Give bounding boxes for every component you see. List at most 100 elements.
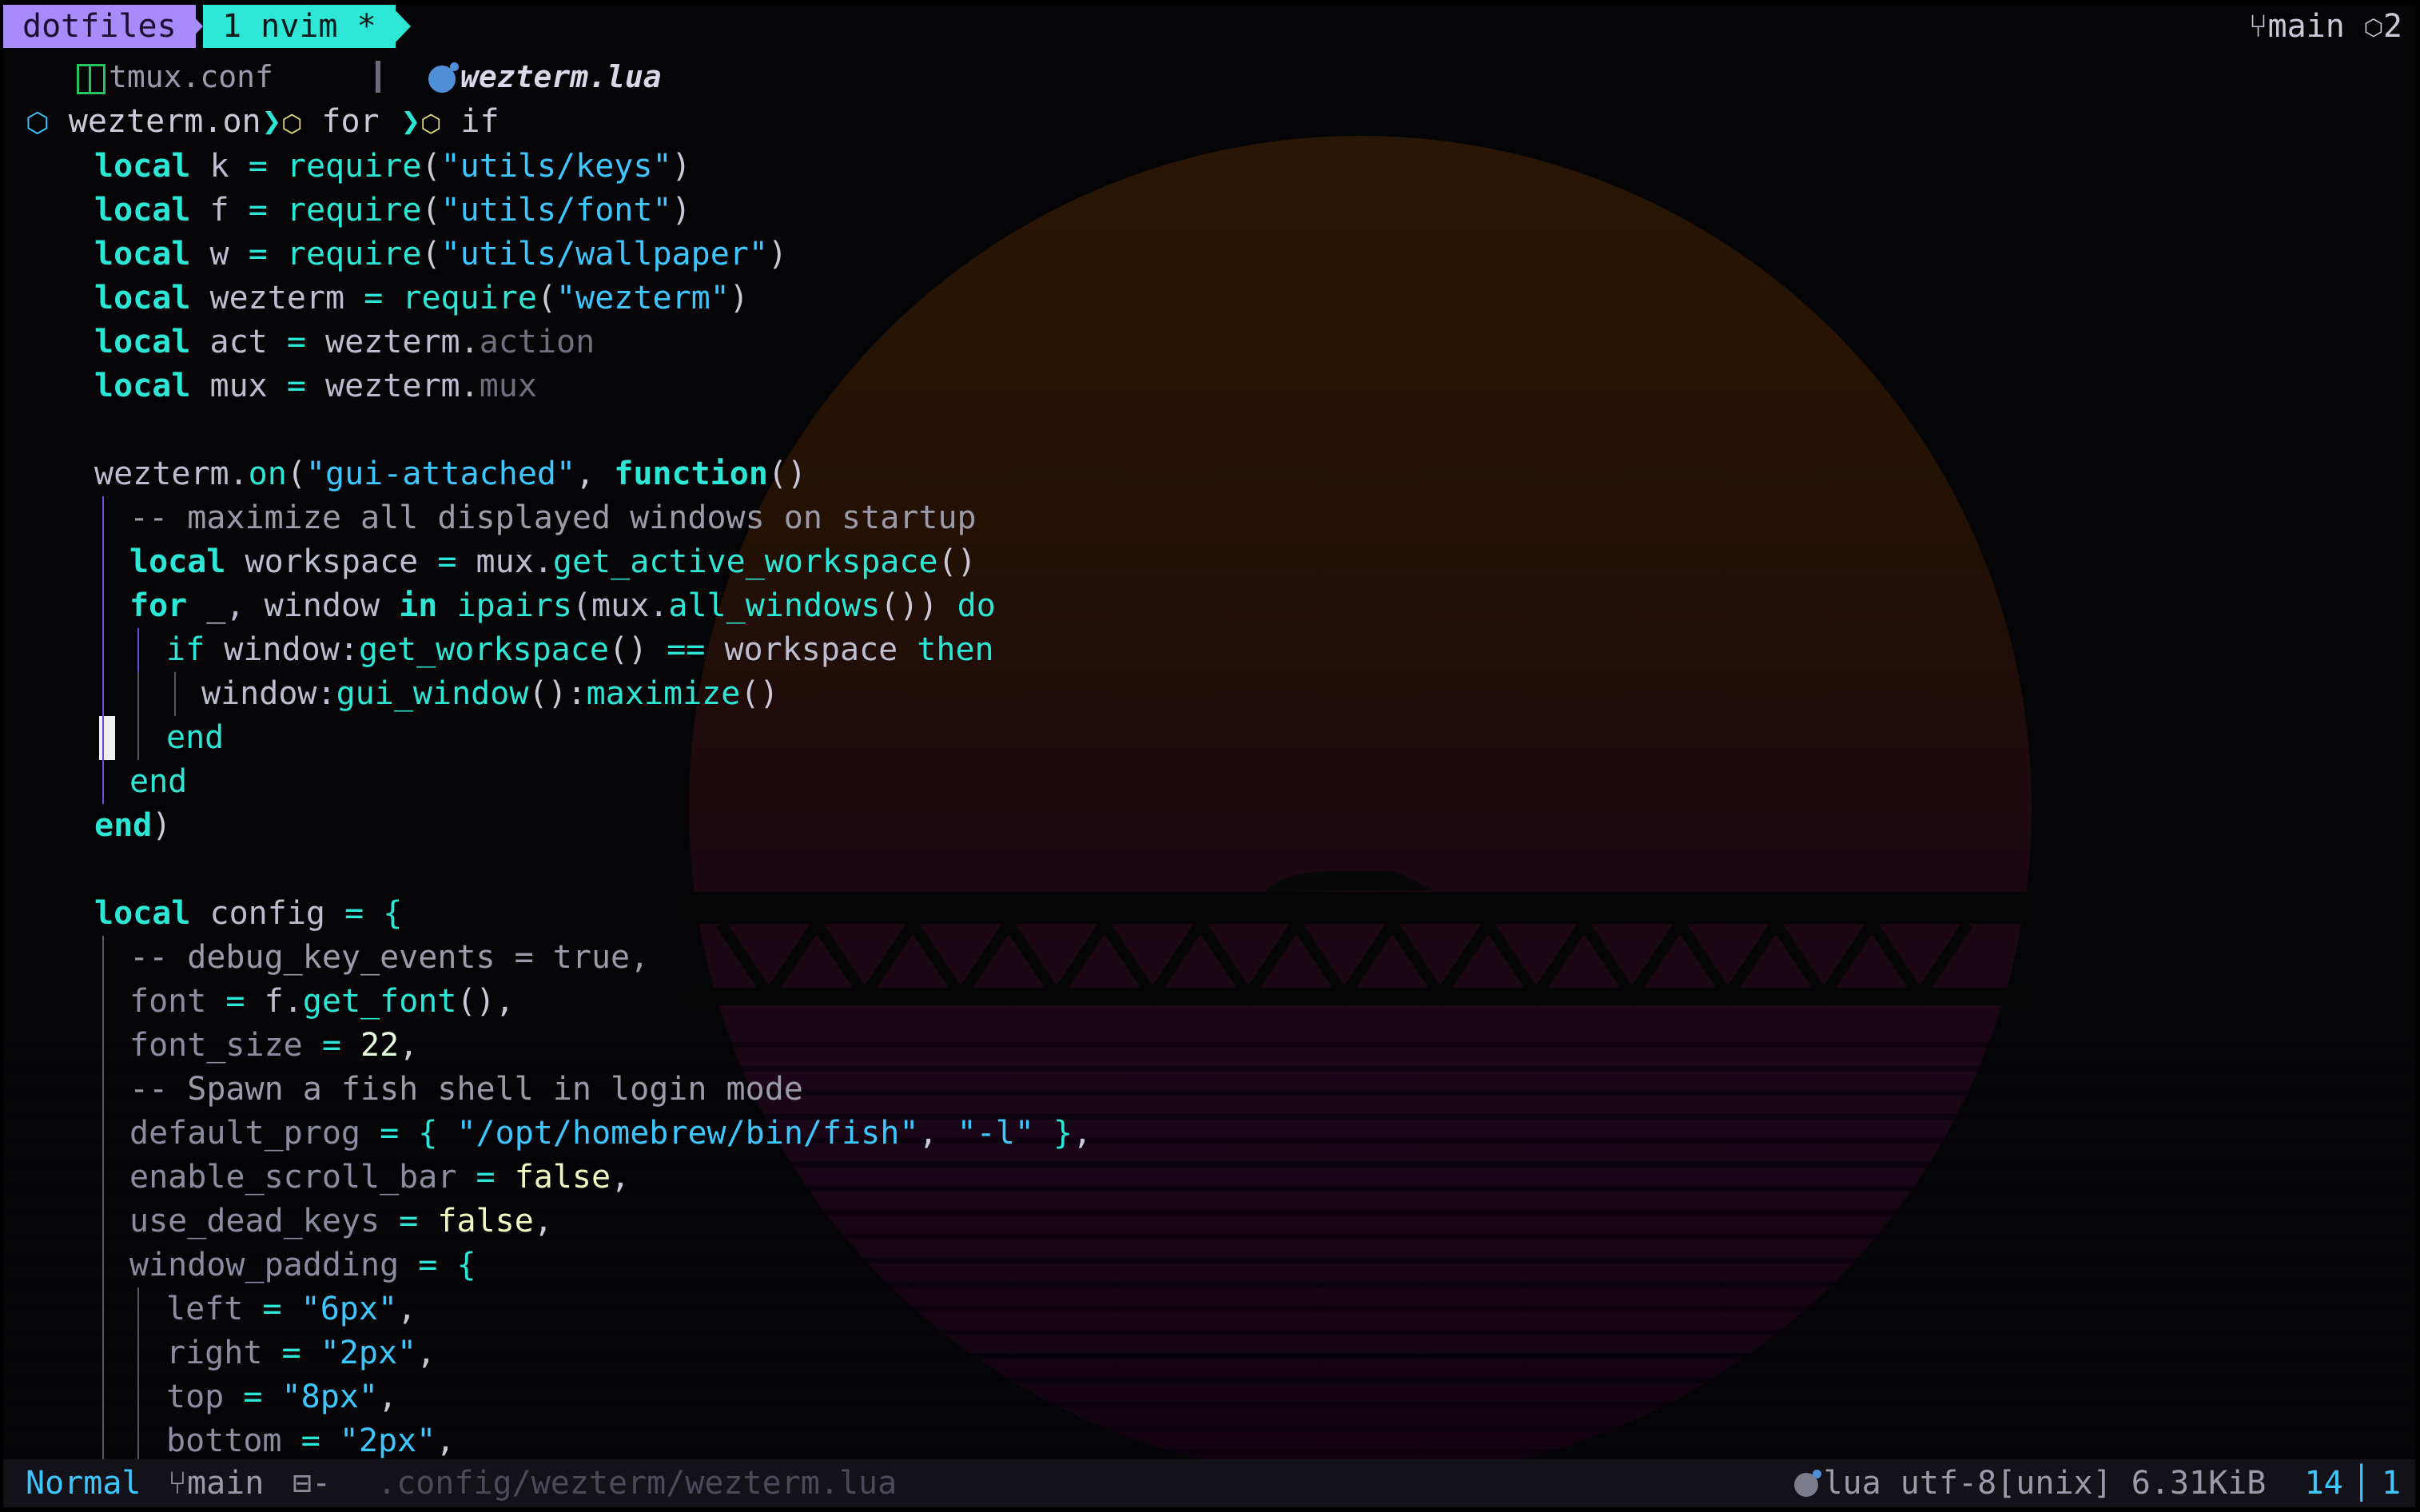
indent-guide bbox=[102, 496, 104, 540]
code-line: window_padding = { bbox=[3, 1243, 2415, 1287]
tmux-window-tab[interactable]: 1 nvim * bbox=[203, 5, 396, 48]
breadcrumb: ⬡ wezterm.on ❯⬡ for ❯⬡ if bbox=[3, 99, 2415, 144]
code-line: left = "6px", bbox=[3, 1287, 2415, 1331]
indent-guide bbox=[102, 1024, 104, 1068]
function-icon: ⬡ bbox=[26, 107, 50, 139]
indent-guide bbox=[137, 672, 139, 716]
cursor-column-number: 1 bbox=[2381, 1465, 2401, 1502]
statusline-branch: ⑂main bbox=[168, 1465, 265, 1502]
indent-guide bbox=[102, 540, 104, 584]
indent-guide bbox=[174, 672, 176, 716]
lua-file-icon bbox=[428, 62, 459, 93]
code-line: default_prog = { "/opt/homebrew/bin/fish… bbox=[3, 1112, 2415, 1156]
indent-guide bbox=[102, 760, 104, 804]
code-line: local config = { bbox=[94, 895, 403, 932]
indent-guide bbox=[102, 1375, 104, 1419]
statusline: Normal ⑂main ⊟- .config/wezterm/wezterm.… bbox=[3, 1459, 2415, 1507]
code-line: local w = require("utils/wallpaper") bbox=[94, 236, 788, 273]
indent-guide bbox=[137, 628, 139, 672]
code-line: font = f.get_font(), bbox=[3, 980, 2415, 1024]
tmux-status-bar: dotfiles 1 nvim * ⑂main ⬡2 bbox=[3, 5, 2415, 48]
code-line: -- maximize all displayed windows on sta… bbox=[3, 496, 2415, 540]
statusline-right: lua utf-8[unix] 6.31KiB 14▕ 1 bbox=[1794, 1459, 2401, 1507]
indent-guide bbox=[102, 672, 104, 716]
chevron-right-icon: ❯ bbox=[401, 103, 421, 140]
code-line: for _, window in ipairs(mux.all_windows(… bbox=[3, 584, 2415, 628]
code-line: font_size = 22, bbox=[3, 1024, 2415, 1068]
chevron-right-icon: ❯ bbox=[262, 103, 282, 140]
buffer-tab-wezterm-lua[interactable]: wezterm.lua bbox=[428, 54, 662, 99]
tab-separator bbox=[376, 61, 380, 93]
code-line: local wezterm = require("wezterm") bbox=[94, 280, 749, 316]
git-branch-icon: ⑂ bbox=[2248, 8, 2268, 45]
editor-code-area[interactable]: local k = require("utils/keys") local f … bbox=[3, 145, 2415, 1463]
buffer-tabline: tmux.conf wezterm.lua bbox=[3, 54, 2415, 99]
code-line: local k = require("utils/keys") bbox=[94, 148, 691, 185]
buffer-tab-tmux-conf[interactable]: tmux.conf bbox=[77, 54, 273, 99]
block-icon: ⬡ bbox=[420, 110, 442, 138]
powerline-separator bbox=[390, 5, 411, 48]
lua-file-icon bbox=[1794, 1470, 1822, 1497]
code-line: local mux = wezterm.mux bbox=[94, 368, 537, 404]
separator: ▕ bbox=[2342, 1465, 2362, 1502]
code-line: -- Spawn a fish shell in login mode bbox=[3, 1068, 2415, 1112]
diff-icon: ⊟ bbox=[293, 1465, 312, 1502]
code-line: local act = wezterm.action bbox=[94, 324, 595, 360]
buffer-tab-label: tmux.conf bbox=[109, 59, 273, 94]
vim-mode-indicator: Normal bbox=[26, 1465, 141, 1502]
code-line: local f = require("utils/font") bbox=[94, 192, 691, 229]
block-icon: ⬡ bbox=[281, 110, 303, 138]
indent-guide bbox=[137, 716, 139, 760]
filetype: lua bbox=[1823, 1465, 1881, 1502]
code-line: local workspace = mux.get_active_workspa… bbox=[3, 540, 2415, 584]
code-line: if window:get_workspace() == workspace t… bbox=[3, 628, 2415, 672]
code-line: end) bbox=[94, 807, 172, 844]
tmux-count: 2 bbox=[2382, 8, 2402, 45]
terminal-window: dotfiles 1 nvim * ⑂main ⬡2 tmux.conf wez… bbox=[3, 5, 2415, 1507]
indent-guide bbox=[137, 1331, 139, 1375]
code-line: use_dead_keys = false, bbox=[3, 1200, 2415, 1243]
indent-guide bbox=[102, 716, 104, 760]
indent-guide bbox=[102, 1419, 104, 1463]
indent-guide bbox=[102, 1112, 104, 1156]
text-cursor bbox=[99, 716, 115, 760]
code-line: right = "2px", bbox=[3, 1331, 2415, 1375]
code-line: end bbox=[3, 760, 2415, 804]
indent-guide bbox=[137, 1419, 139, 1463]
indent-guide bbox=[102, 584, 104, 628]
tmux-status-right: ⑂main ⬡2 bbox=[2248, 5, 2402, 48]
code-line: -- debug_key_events = true, bbox=[3, 936, 2415, 980]
code-line: enable_scroll_bar = false, bbox=[3, 1156, 2415, 1200]
breadcrumb-item-for[interactable]: ❯⬡ for bbox=[262, 99, 380, 147]
powerline-separator bbox=[182, 5, 203, 48]
code-line: bottom = "2px", bbox=[3, 1419, 2415, 1463]
indent-guide bbox=[102, 936, 104, 980]
indent-guide bbox=[102, 1068, 104, 1112]
code-line: window:gui_window():maximize() bbox=[3, 672, 2415, 716]
buffer-tab-label: wezterm.lua bbox=[460, 59, 662, 94]
code-line-current: end bbox=[3, 716, 2415, 760]
tmux-session-name[interactable]: dotfiles bbox=[3, 5, 196, 48]
indent-guide bbox=[102, 1243, 104, 1287]
file-size: 6.31KiB bbox=[2131, 1465, 2267, 1502]
code-line: wezterm.on("gui-attached", function() bbox=[94, 456, 807, 492]
indent-guide bbox=[102, 1156, 104, 1200]
file-path: .config/wezterm/wezterm.lua bbox=[377, 1465, 898, 1502]
cursor-line-number: 14 bbox=[2304, 1465, 2343, 1502]
indent-guide bbox=[137, 1375, 139, 1419]
indent-guide bbox=[102, 1287, 104, 1331]
breadcrumb-item-wezterm-on[interactable]: ⬡ wezterm.on bbox=[26, 99, 261, 145]
indent-guide bbox=[102, 1331, 104, 1375]
indent-guide bbox=[102, 1200, 104, 1243]
git-branch-icon: ⑂ bbox=[168, 1465, 187, 1502]
file-encoding: utf-8[unix] bbox=[1900, 1465, 2112, 1502]
tmux-file-icon bbox=[77, 63, 105, 94]
indent-guide bbox=[137, 1287, 139, 1331]
tmux-branch: main bbox=[2267, 8, 2345, 45]
cube-icon: ⬡ bbox=[2363, 8, 2383, 45]
statusline-diff: ⊟- bbox=[293, 1465, 332, 1502]
breadcrumb-item-if[interactable]: ❯⬡ if bbox=[401, 99, 500, 147]
code-line: top = "8px", bbox=[3, 1375, 2415, 1419]
